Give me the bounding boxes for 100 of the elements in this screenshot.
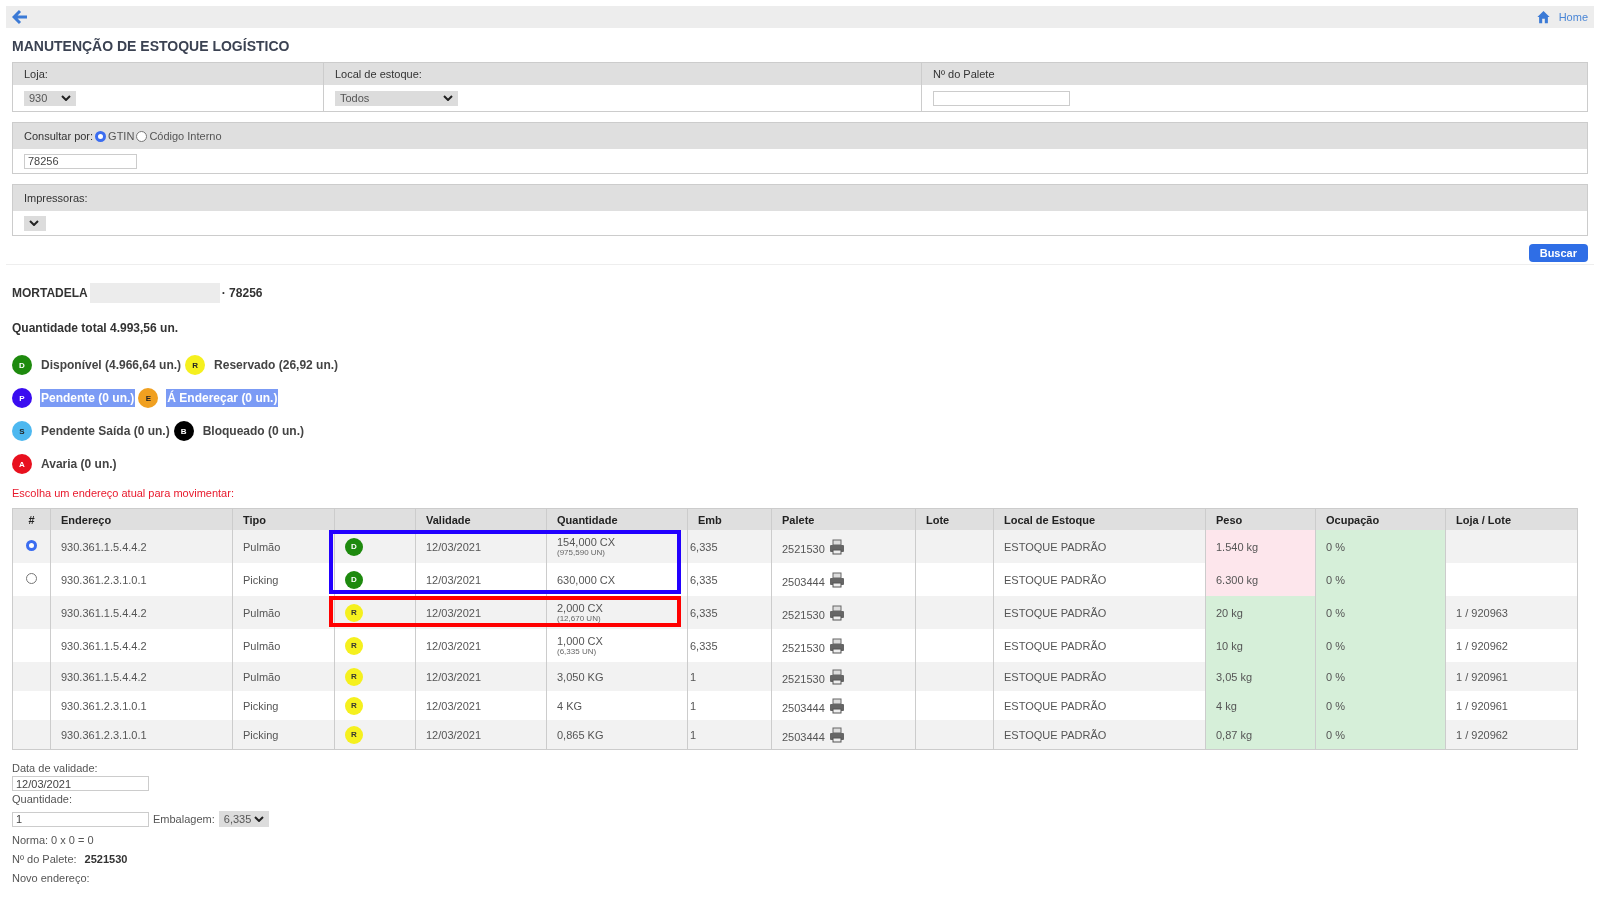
row-radio-button[interactable] (26, 540, 37, 551)
radio-button[interactable] (95, 130, 107, 142)
pallet-cell: 2521530 (782, 609, 825, 622)
printer-icon[interactable] (828, 668, 845, 685)
weight-cell: 6.300 kg (1205, 563, 1316, 596)
field-label: Nº do Palete (933, 68, 995, 80)
pallet-cell: 2503444 (782, 576, 825, 589)
printer-icon[interactable] (828, 726, 845, 743)
store-lot-cell: 1 / 920961 (1456, 699, 1508, 712)
column-header: Loja / Lote (1456, 513, 1511, 526)
expiry-date-input[interactable]: 12/03/2021 (12, 776, 149, 791)
status-dot: S (12, 421, 32, 441)
unit-quantity: (975,590 UN) (557, 548, 607, 557)
column-header: Local de Estoque (1004, 513, 1096, 526)
search-button[interactable]: Buscar (1528, 244, 1588, 262)
weight-cell: 0,87 kg (1205, 720, 1316, 750)
type-cell: Pulmão (243, 606, 281, 619)
status-dot: D (12, 355, 32, 375)
pack-cell: 6,335 (690, 573, 718, 586)
pallet-cell: 2521530 (782, 673, 825, 686)
home-link[interactable]: Home (1558, 11, 1588, 23)
legend-label: Disponível (4.966,64 un.) (40, 357, 183, 374)
store-lot-cell: 1 / 920963 (1456, 606, 1508, 619)
radio-label[interactable]: Código Interno (149, 130, 222, 142)
home-icon[interactable] (1535, 10, 1551, 24)
occupancy-cell: 0 % (1326, 728, 1345, 741)
field-label: Consultar por: (24, 130, 94, 142)
weight-cell: 1.540 kg (1205, 530, 1316, 563)
printer-select[interactable] (24, 215, 46, 231)
occupancy-cell: 0 % (1326, 573, 1345, 586)
printer-icon[interactable] (828, 697, 845, 714)
radio-button[interactable] (136, 130, 148, 142)
pack-cell: 6,335 (690, 540, 718, 553)
column-header: Emb (698, 513, 722, 526)
location-cell: ESTOQUE PADRÃO (1004, 728, 1107, 741)
location-cell: ESTOQUE PADRÃO (1004, 606, 1107, 619)
code-input[interactable]: 78256 (24, 153, 137, 169)
quantity-cell-text: 154,000 CX (557, 536, 617, 548)
status-dot: R (185, 355, 206, 375)
field-label: Nº do Palete: (12, 853, 77, 865)
weight-cell: 10 kg (1205, 629, 1316, 662)
back-arrow-icon[interactable] (12, 9, 28, 25)
row-radio-button[interactable] (26, 573, 37, 584)
printer-icon[interactable] (828, 637, 845, 654)
field-label: Embalagem: (153, 813, 215, 825)
status-dot: D (345, 537, 363, 556)
pack-cell: 6,335 (690, 639, 718, 652)
packaging-select[interactable]: 6,335 (218, 811, 269, 827)
date-cell: 12/03/2021 (426, 606, 482, 619)
store-lot-cell: 1 / 920962 (1456, 639, 1508, 652)
pallet-number: 2521530 (84, 853, 128, 865)
legend-label: Avaria (0 un.) (40, 456, 118, 473)
status-dot: D (345, 570, 363, 589)
pallet-input[interactable] (933, 90, 1070, 106)
printer-icon[interactable] (828, 571, 845, 588)
occupancy-cell: 0 % (1326, 670, 1345, 683)
store-lot-cell: 1 / 920962 (1456, 728, 1508, 741)
legend-label: Bloqueado (0 un.) (201, 423, 306, 440)
weight-cell: 20 kg (1205, 596, 1316, 629)
quantity-cell-text: 2,000 CX (557, 602, 604, 614)
radio-label[interactable]: GTIN (108, 130, 135, 142)
legend-label: Pendente (0 un.) (40, 389, 136, 407)
status-dot: R (345, 603, 363, 622)
field-label: Data de validade: (12, 762, 99, 774)
pallet-cell: 2521530 (782, 543, 825, 556)
total-quantity: Quantidade total 4.993,56 un. (12, 321, 180, 335)
status-dot: R (345, 725, 363, 744)
weight-cell: 4 kg (1205, 691, 1316, 720)
stock-location-select[interactable]: Todos (335, 90, 458, 106)
pallet-cell: 2503444 (782, 731, 825, 744)
type-cell: Picking (243, 573, 279, 586)
address-cell: 930.361.1.5.4.4.2 (61, 540, 147, 553)
date-cell: 12/03/2021 (426, 670, 482, 683)
printer-icon[interactable] (828, 604, 845, 621)
type-cell: Picking (243, 699, 279, 712)
unit-quantity: (6,335 UN) (557, 647, 598, 656)
status-dot: A (12, 454, 32, 474)
store-select[interactable]: 930 (24, 90, 76, 106)
field-label: Impressoras: (24, 192, 88, 204)
norm-text: Norma: 0 x 0 = 0 (12, 834, 95, 846)
location-cell: ESTOQUE PADRÃO (1004, 540, 1107, 553)
field-label: Novo endereço: (12, 872, 91, 884)
status-dot: R (345, 636, 363, 655)
column-header: Peso (1216, 513, 1243, 526)
address-cell: 930.361.2.3.1.0.1 (61, 573, 147, 586)
column-header: # (28, 513, 35, 526)
column-header: Endereço (61, 513, 112, 526)
chevron-icon (443, 95, 453, 101)
chevron-icon (61, 95, 71, 101)
legend-label: Reservado (26,92 un.) (213, 357, 340, 374)
quantity-input[interactable]: 1 (12, 811, 149, 827)
date-cell: 12/03/2021 (426, 540, 482, 553)
quantity-cell-text: 630,000 CX (557, 573, 617, 586)
column-header: Lote (926, 513, 950, 526)
printer-icon[interactable] (828, 538, 845, 555)
pack-cell: 1 (690, 670, 697, 683)
occupancy-cell: 0 % (1326, 540, 1345, 553)
type-cell: Pulmão (243, 540, 281, 553)
location-cell: ESTOQUE PADRÃO (1004, 573, 1107, 586)
pack-cell: 1 (690, 699, 697, 712)
